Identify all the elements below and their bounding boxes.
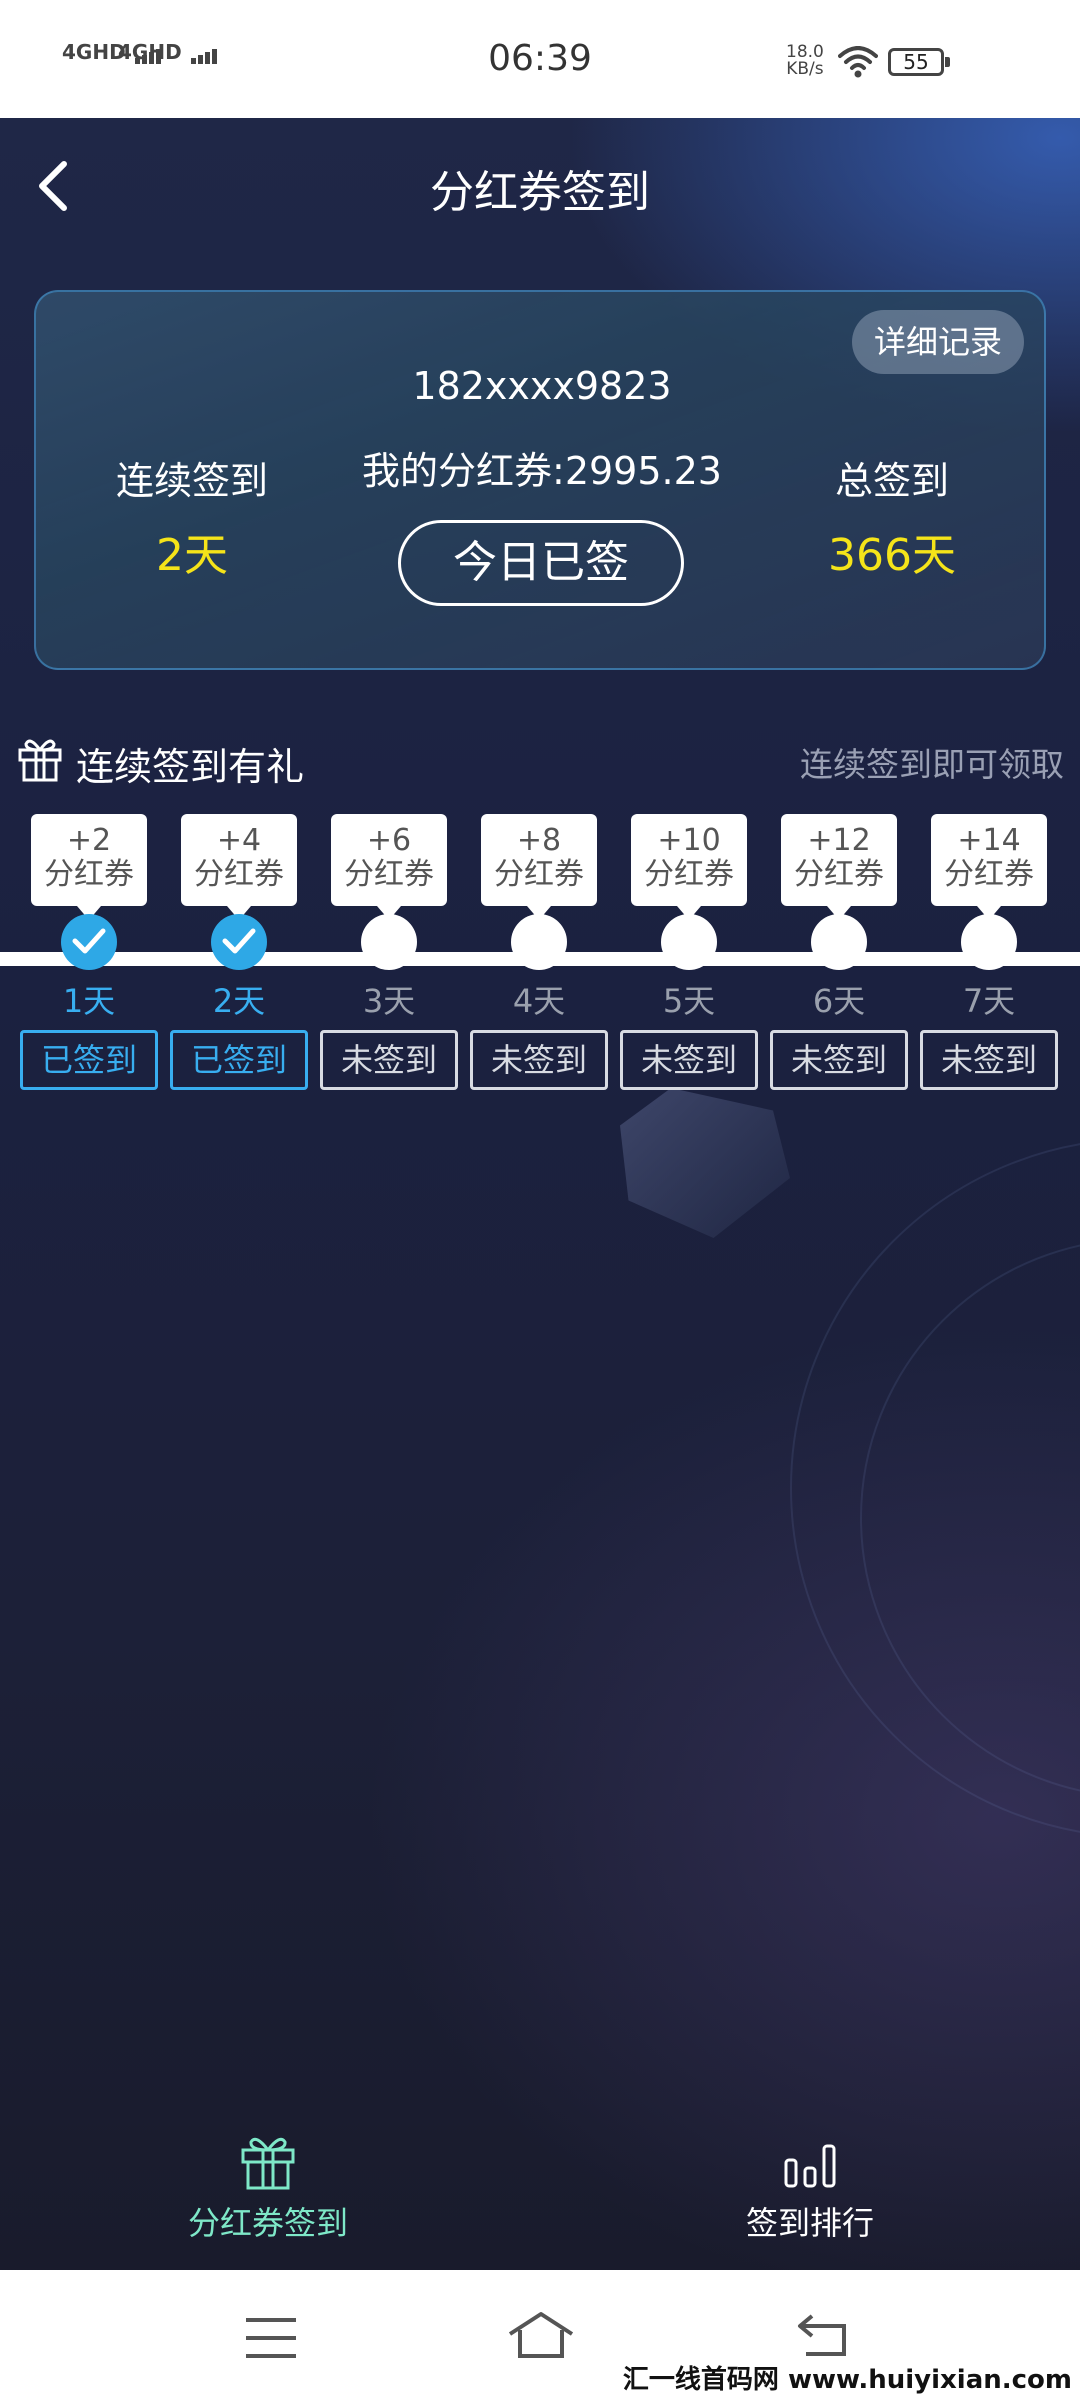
tab-checkin[interactable]: 分红券签到 [118, 2132, 418, 2244]
reward-unit: 分红券 [794, 857, 884, 892]
signed-today-button[interactable]: 今日已签 [398, 520, 684, 606]
reward-unit: 分红券 [494, 857, 584, 892]
day-item: +10 分红券 5天未签到 [620, 814, 758, 1090]
checkmark-icon [211, 914, 267, 970]
total-stat: 总签到 366天 [772, 450, 1012, 583]
reward-bubble: +2 分红券 [31, 814, 147, 920]
reward-unit: 分红券 [44, 857, 134, 892]
reward-amount: +4 [216, 823, 262, 858]
sign-status-button[interactable]: 已签到 [20, 1030, 158, 1090]
reward-bubble: +8 分红券 [481, 814, 597, 920]
total-label: 总签到 [834, 459, 949, 503]
wifi-icon [838, 46, 878, 78]
total-value: 366天 [828, 530, 956, 581]
app-screen: 分红券签到 详细记录 182xxxx9823 我的分红券:2995.23 今日已… [0, 118, 1080, 2270]
home-icon[interactable] [506, 2310, 576, 2360]
sign-status-button[interactable]: 未签到 [770, 1030, 908, 1090]
reward-bubble: +14 分红券 [931, 814, 1047, 920]
day-label: 4天 [512, 982, 566, 1020]
bar-chart-icon [784, 2144, 836, 2188]
reward-amount: +14 [957, 823, 1021, 858]
day-label: 5天 [662, 982, 716, 1020]
navigation-bar: 分红券签到 [0, 118, 1080, 238]
reward-bubble: +4 分红券 [181, 814, 297, 920]
battery-icon: 55 [888, 48, 950, 76]
gift-icon [241, 2137, 295, 2190]
bottom-tab-bar: 分红券签到 签到排行 [0, 2132, 1080, 2270]
day-item: +6 分红券 3天未签到 [320, 814, 458, 1090]
day-item: +12 分红券 6天未签到 [770, 814, 908, 1090]
day-label: 1天 [62, 982, 116, 1020]
day-item: +4 分红券 2天已签到 [170, 814, 308, 1090]
reward-bubble: +6 分红券 [331, 814, 447, 920]
status-bar: 4GHD 4GHD 06:39 18.0 KB/s 55 [0, 0, 1080, 118]
day-dot [661, 914, 717, 970]
streak-rewards-header: 连续签到有礼 连续签到即可领取 [0, 730, 1080, 800]
network-speed: 18.0 KB/s [786, 44, 824, 78]
watermark: 汇一线首码网 www.huiyixian.com [622, 2365, 1072, 2395]
day-dot [811, 914, 867, 970]
consecutive-stat: 连续签到 2天 [72, 450, 312, 583]
back-arrow-icon[interactable] [796, 2310, 850, 2360]
reward-amount: +2 [66, 823, 112, 858]
reward-unit: 分红券 [944, 857, 1034, 892]
day-item: +14 分红券 7天未签到 [920, 814, 1058, 1090]
sign-status-button[interactable]: 已签到 [170, 1030, 308, 1090]
day-dot [511, 914, 567, 970]
gift-icon [18, 739, 62, 782]
reward-unit: 分红券 [344, 857, 434, 892]
reward-bubble: +12 分红券 [781, 814, 897, 920]
decorative-gem [620, 1088, 790, 1238]
sign-status-button[interactable]: 未签到 [620, 1030, 758, 1090]
sign-status-button[interactable]: 未签到 [920, 1030, 1058, 1090]
tab-checkin-label: 分红券签到 [187, 2204, 348, 2242]
checkmark-icon [61, 914, 117, 970]
day-item: +2 分红券 1天已签到 [20, 814, 158, 1090]
reward-amount: +12 [807, 823, 871, 858]
section-title: 连续签到有礼 [76, 745, 305, 789]
page-title: 分红券签到 [430, 167, 650, 218]
reward-unit: 分红券 [194, 857, 284, 892]
reward-amount: +6 [366, 823, 412, 858]
reward-amount: +10 [657, 823, 721, 858]
section-note: 连续签到即可领取 [800, 745, 1064, 784]
day-dot [961, 914, 1017, 970]
reward-unit: 分红券 [644, 857, 734, 892]
day-label: 6天 [812, 982, 866, 1020]
consecutive-value: 2天 [156, 530, 228, 581]
reward-amount: +8 [516, 823, 562, 858]
menu-icon[interactable] [244, 2316, 298, 2360]
system-navigation-bar: 汇一线首码网 www.huiyixian.com [0, 2270, 1080, 2400]
network-speed-unit: KB/s [786, 59, 824, 79]
sign-status-button[interactable]: 未签到 [320, 1030, 458, 1090]
user-phone: 182xxxx9823 [412, 364, 672, 408]
day-label: 7天 [962, 982, 1016, 1020]
reward-bubble: +10 分红券 [631, 814, 747, 920]
sign-status-button[interactable]: 未签到 [470, 1030, 608, 1090]
day-label: 2天 [212, 982, 266, 1020]
tab-ranking[interactable]: 签到排行 [660, 2132, 960, 2244]
tab-ranking-label: 签到排行 [745, 2204, 874, 2242]
summary-card: 详细记录 182xxxx9823 我的分红券:2995.23 今日已签 连续签到… [34, 290, 1046, 670]
day-item: +8 分红券 4天未签到 [470, 814, 608, 1090]
consecutive-label: 连续签到 [115, 459, 268, 503]
day-label: 3天 [362, 982, 416, 1020]
day-dot [361, 914, 417, 970]
